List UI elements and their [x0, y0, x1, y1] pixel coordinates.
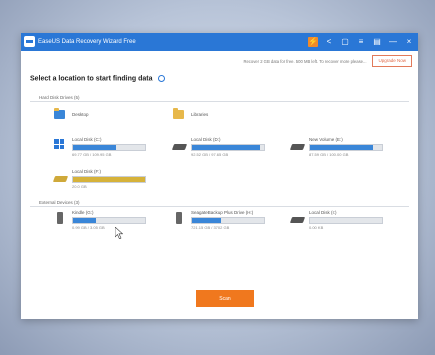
divider — [30, 101, 409, 102]
drive-name: New Volume (E:) — [309, 137, 343, 142]
drive-size: 0.99 GB / 3.05 GB — [72, 225, 105, 230]
drive-usage-bar — [309, 144, 383, 151]
upgrade-button[interactable]: Upgrade Now — [372, 55, 412, 67]
drive-item-i[interactable]: Local Disk (I:) 0.00 KB — [289, 209, 391, 235]
libraries-label: Libraries — [191, 112, 209, 117]
drive-usage-bar — [309, 217, 383, 224]
hard-drive-icon — [289, 139, 306, 153]
user-icon[interactable]: ▢ — [340, 37, 350, 47]
drive-item-f[interactable]: Local Disk (F:) 20.0 GB — [52, 168, 154, 194]
drive-name: SeagateBackup Plus Drive (H:) — [191, 210, 254, 215]
share-icon[interactable]: < — [324, 37, 334, 47]
drive-size: 0.00 KB — [309, 225, 324, 230]
drive-name: Kindle (G:) — [72, 210, 94, 215]
desktop-label: Desktop — [72, 112, 89, 117]
drive-usage-bar — [72, 144, 146, 151]
promo-row: Recover 2 GB data for free. 500 MB left.… — [243, 55, 412, 67]
app-window: EaseUS Data Recovery Wizard Free ⚡ < ▢ ≡… — [21, 33, 418, 319]
menu-icon[interactable]: ≡ — [356, 37, 366, 47]
fire-icon[interactable]: ⚡ — [308, 37, 318, 47]
drive-size: 721.15 GB / 3702 GB — [191, 225, 230, 230]
toolbar-icons: ⚡ < ▢ ≡ ▤ — × — [308, 35, 414, 49]
section-label-hdd: Hard Disk Drives (5) — [39, 95, 80, 100]
drive-usage-bar — [191, 217, 265, 224]
app-title: EaseUS Data Recovery Wizard Free — [38, 39, 136, 45]
drive-usage-bar — [72, 217, 146, 224]
hard-drive-icon — [171, 139, 188, 153]
drive-item-h[interactable]: SeagateBackup Plus Drive (H:) 721.15 GB … — [173, 209, 273, 235]
scan-button[interactable]: Scan — [196, 290, 254, 307]
drive-size: 69.77 GB / 109.95 GB — [72, 152, 112, 157]
mouse-cursor-icon — [115, 227, 123, 239]
divider — [30, 206, 409, 207]
drive-size: 92.52 GB / 97.65 GB — [191, 152, 229, 157]
usb-drive-icon — [54, 212, 68, 226]
hard-drive-icon — [289, 212, 306, 226]
drive-size: 87.59 GB / 100.00 GB — [309, 152, 349, 157]
usb-drive-icon — [173, 212, 187, 226]
drive-name: Local Disk (I:) — [309, 210, 337, 215]
app-logo-icon — [24, 36, 35, 47]
section-label-external: External Devices (3) — [39, 200, 80, 205]
windows-drive-icon — [54, 139, 68, 153]
drive-name: Local Disk (C:) — [72, 137, 102, 142]
location-libraries[interactable]: Libraries — [173, 108, 243, 122]
folder-icon — [173, 108, 184, 119]
maximize-icon[interactable]: — — [388, 37, 398, 47]
desktop-icon — [54, 108, 65, 119]
refresh-icon[interactable] — [158, 75, 166, 82]
hard-drive-icon — [52, 171, 69, 185]
drive-item-d[interactable]: Local Disk (D:) 92.52 GB / 97.65 GB — [171, 136, 273, 162]
drive-item-c[interactable]: Local Disk (C:) 69.77 GB / 109.95 GB — [54, 136, 154, 162]
drive-size: 20.0 GB — [72, 184, 87, 189]
promo-text: Recover 2 GB data for free. 500 MB left.… — [243, 58, 367, 64]
drive-usage-bar — [72, 176, 146, 183]
heading-text: Select a location to start finding data — [30, 75, 153, 83]
minimize-icon[interactable]: ▤ — [372, 37, 382, 47]
drive-item-g[interactable]: Kindle (G:) 0.99 GB / 3.05 GB — [54, 209, 154, 235]
page-heading: Select a location to start finding data — [30, 75, 166, 83]
drive-name: Local Disk (F:) — [72, 169, 102, 174]
drive-usage-bar — [191, 144, 265, 151]
close-icon[interactable]: × — [404, 37, 414, 47]
drive-name: Local Disk (D:) — [191, 137, 221, 142]
title-bar: EaseUS Data Recovery Wizard Free ⚡ < ▢ ≡… — [21, 33, 418, 51]
location-desktop[interactable]: Desktop — [54, 108, 124, 122]
drive-item-e[interactable]: New Volume (E:) 87.59 GB / 100.00 GB — [289, 136, 391, 162]
